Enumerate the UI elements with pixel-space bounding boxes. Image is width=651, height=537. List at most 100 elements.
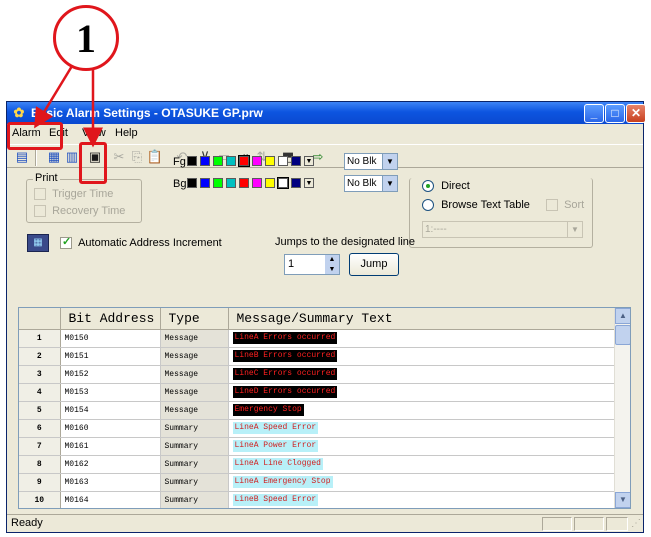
bg-color-swatch[interactable] (239, 178, 249, 188)
fg-color-swatch[interactable] (278, 156, 288, 166)
fg-color-swatch[interactable] (200, 156, 210, 166)
bg-color-swatch[interactable] (252, 178, 262, 188)
minimize-button[interactable]: _ (584, 104, 604, 123)
message-cell[interactable]: LineA Emergency Stop (228, 473, 617, 492)
fg-color-swatch[interactable] (252, 156, 262, 166)
type-cell[interactable]: Message (160, 347, 229, 366)
type-header[interactable]: Type (160, 308, 229, 330)
table-row[interactable]: 10 M0164 Summary LineB Speed Error (19, 491, 617, 508)
fg-color-swatch[interactable] (226, 156, 236, 166)
table-row[interactable]: 3 M0152 Message LineC Errors occurred (19, 365, 617, 384)
menu-view[interactable]: View (82, 127, 106, 139)
paste-icon[interactable]: 📋 (146, 148, 164, 166)
fg-more-colors-icon[interactable]: ▼ (304, 156, 314, 166)
sort-option[interactable]: Sort (546, 199, 584, 212)
scroll-thumb[interactable] (615, 325, 630, 345)
row-number[interactable]: 4 (19, 383, 61, 402)
table-row[interactable]: 2 M0151 Message LineB Errors occurred (19, 347, 617, 366)
copy-icon[interactable]: ⎘ (128, 148, 146, 166)
recovery-time-option[interactable]: Recovery Time (34, 205, 125, 218)
fg-color-swatch[interactable] (213, 156, 223, 166)
browse-option[interactable]: Browse Text Table (422, 199, 530, 212)
fg-color-swatch[interactable] (291, 156, 301, 166)
trigger-time-checkbox[interactable] (34, 188, 46, 201)
bit-address-cell[interactable]: M0160 (60, 419, 161, 438)
bg-color-swatch[interactable] (265, 178, 275, 188)
type-cell[interactable]: Summary (160, 491, 229, 508)
calculator-icon[interactable]: ▦ (27, 234, 49, 252)
browse-radio[interactable] (422, 199, 434, 212)
recovery-time-checkbox[interactable] (34, 205, 46, 218)
jump-line-stepper[interactable]: 1 ▲ ▼ (284, 254, 340, 275)
row-number[interactable]: 1 (19, 329, 61, 348)
bit-address-cell[interactable]: M0162 (60, 455, 161, 474)
resize-grip-icon[interactable]: ⋰ (631, 518, 641, 529)
list-view-icon[interactable]: ▤ (13, 148, 31, 166)
type-cell[interactable]: Summary (160, 473, 229, 492)
title-bar[interactable]: ✿ Basic Alarm Settings - OTASUKE GP.prw … (7, 102, 646, 124)
auto-increment-option[interactable]: Automatic Address Increment (60, 235, 222, 250)
table-view-icon[interactable]: ▦ (45, 148, 63, 166)
fg-color-swatch[interactable] (187, 156, 197, 166)
bit-address-cell[interactable]: M0164 (60, 491, 161, 508)
bit-address-cell[interactable]: M0163 (60, 473, 161, 492)
auto-increment-checkbox[interactable] (60, 235, 72, 250)
message-cell[interactable]: LineB Errors occurred (228, 347, 617, 366)
table-row[interactable]: 5 M0154 Message Emergency Stop (19, 401, 617, 420)
message-cell[interactable]: LineD Errors occurred (228, 383, 617, 402)
bg-color-swatch[interactable] (291, 178, 301, 188)
fg-color-swatch[interactable] (265, 156, 275, 166)
type-cell[interactable]: Summary (160, 419, 229, 438)
table-row[interactable]: 8 M0162 Summary LineA Line Clogged (19, 455, 617, 474)
bit-address-cell[interactable]: M0152 (60, 365, 161, 384)
row-number[interactable]: 5 (19, 401, 61, 420)
type-cell[interactable]: Message (160, 329, 229, 348)
spin-up-icon[interactable]: ▲ (325, 255, 339, 265)
bg-color-swatch[interactable] (277, 177, 289, 189)
message-cell[interactable]: LineA Speed Error (228, 419, 617, 438)
table-row[interactable]: 7 M0161 Summary LineA Power Error (19, 437, 617, 456)
type-cell[interactable]: Message (160, 365, 229, 384)
jump-button[interactable]: Jump (349, 253, 399, 276)
table-row[interactable]: 9 M0163 Summary LineA Emergency Stop (19, 473, 617, 492)
message-cell[interactable]: LineA Errors occurred (228, 329, 617, 348)
table-row[interactable]: 4 M0153 Message LineD Errors occurred (19, 383, 617, 402)
message-cell[interactable]: Emergency Stop (228, 401, 617, 420)
row-number[interactable]: 6 (19, 419, 61, 438)
sort-checkbox[interactable] (546, 199, 558, 212)
row-number[interactable]: 2 (19, 347, 61, 366)
message-cell[interactable]: LineA Power Error (228, 437, 617, 456)
bit-address-cell[interactable]: M0154 (60, 401, 161, 420)
direct-radio[interactable] (422, 180, 434, 193)
fg-color-swatch[interactable] (238, 155, 250, 167)
bg-color-swatch[interactable] (213, 178, 223, 188)
bg-color-swatch[interactable] (187, 178, 197, 188)
bg-color-swatch[interactable] (200, 178, 210, 188)
message-cell[interactable]: LineB Speed Error (228, 491, 617, 508)
row-number[interactable]: 9 (19, 473, 61, 492)
bit-address-cell[interactable]: M0153 (60, 383, 161, 402)
message-header[interactable]: Message/Summary Text (228, 308, 617, 330)
bg-more-colors-icon[interactable]: ▼ (304, 178, 314, 188)
fg-blink-select[interactable]: No Blk ▼ (344, 153, 398, 170)
scroll-down-icon[interactable]: ▼ (615, 492, 630, 508)
table-row[interactable]: 6 M0160 Summary LineA Speed Error (19, 419, 617, 438)
trigger-time-option[interactable]: Trigger Time (34, 188, 113, 201)
type-cell[interactable]: Summary (160, 437, 229, 456)
bg-color-swatch[interactable] (226, 178, 236, 188)
bg-blink-select[interactable]: No Blk ▼ (344, 175, 398, 192)
type-cell[interactable]: Message (160, 383, 229, 402)
row-number[interactable]: 7 (19, 437, 61, 456)
message-cell[interactable]: LineC Errors occurred (228, 365, 617, 384)
row-number[interactable]: 8 (19, 455, 61, 474)
maximize-button[interactable]: □ (605, 104, 625, 123)
scroll-up-icon[interactable]: ▲ (615, 308, 630, 324)
text-table-select[interactable]: 1:---- ▼ (422, 221, 583, 238)
row-number[interactable]: 10 (19, 491, 61, 508)
type-cell[interactable]: Message (160, 401, 229, 420)
close-button[interactable]: ✕ (626, 104, 646, 123)
row-number[interactable]: 3 (19, 365, 61, 384)
bit-address-cell[interactable]: M0161 (60, 437, 161, 456)
table-row[interactable]: 1 M0150 Message LineA Errors occurred (19, 329, 617, 348)
type-cell[interactable]: Summary (160, 455, 229, 474)
